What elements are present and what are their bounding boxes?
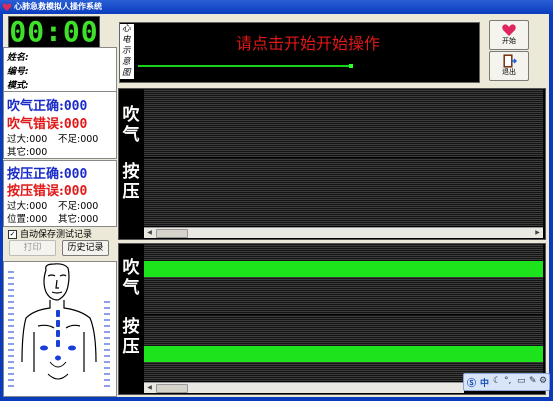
compress-error-label: 按压错误: xyxy=(7,184,64,199)
left-gauge xyxy=(8,271,14,387)
timer-display: 00:00 xyxy=(8,15,100,48)
breath-other-value: 000 xyxy=(29,147,48,158)
patient-info-panel: 姓名: 编号: 模式: xyxy=(3,47,117,92)
name-label: 姓名: xyxy=(7,53,29,63)
breath-insufficient-value: 000 xyxy=(80,134,99,145)
heart-app-icon xyxy=(2,3,12,11)
bottom-compress-label-text: 按压 xyxy=(122,317,140,357)
bottom-horizontal-scrollbar[interactable]: ◀ xyxy=(144,382,464,393)
breath-correct: 吹气正确:000 xyxy=(7,95,87,114)
autosave-option[interactable]: ✓ 自动保存测试记录 xyxy=(8,227,92,240)
bottom-breath-bar xyxy=(144,261,543,277)
top-compress-waveform xyxy=(144,158,543,226)
bottom-compress-bar xyxy=(144,346,543,362)
scroll-thumb[interactable] xyxy=(156,384,188,393)
compress-other: 其它:000 xyxy=(58,211,98,225)
breath-error-value: 000 xyxy=(63,117,88,132)
breath-correct-value: 000 xyxy=(63,99,88,114)
scroll-left-icon[interactable]: ◀ xyxy=(145,384,154,391)
title-bar: 心肺急救模拟人操作系统 xyxy=(0,0,553,14)
compress-other-value: 000 xyxy=(80,214,99,225)
top-compress-label: 按压 xyxy=(119,158,143,226)
compress-insufficient: 不足:000 xyxy=(58,198,98,212)
ecg-trace xyxy=(138,65,352,67)
tools-icon[interactable]: ✎ xyxy=(529,376,537,386)
ecg-side-label: 心电示意图 xyxy=(120,24,134,79)
breath-correct-label: 吹气正确: xyxy=(7,99,64,114)
compress-position-value: 000 xyxy=(29,214,48,225)
manikin-body-figure xyxy=(8,263,110,387)
history-button[interactable]: 历史记录 xyxy=(62,240,109,256)
ime-lang-indicator[interactable]: 中 xyxy=(480,376,489,389)
compress-error: 按压错误:000 xyxy=(7,180,87,199)
autosave-checkbox[interactable]: ✓ xyxy=(8,230,17,239)
start-button-label: 开始 xyxy=(502,37,516,45)
top-breath-label-text: 吹气 xyxy=(122,105,140,145)
punctuation-icon[interactable]: °, xyxy=(504,376,511,386)
bottom-compress-label: 按压 xyxy=(119,315,143,381)
manikin-diagram xyxy=(3,261,117,397)
exit-button-label: 退出 xyxy=(502,68,516,76)
breath-other: 其它:000 xyxy=(7,144,47,158)
ime-logo-icon[interactable]: Ⓢ xyxy=(467,376,476,389)
breath-stats-panel: 吹气正确:000 吹气错误:000 过大:000 不足:000 其它:000 xyxy=(3,91,117,159)
scroll-left-icon[interactable]: ◀ xyxy=(145,229,154,236)
moon-icon[interactable]: ☾ xyxy=(493,376,501,386)
breath-insufficient: 不足:000 xyxy=(58,131,98,145)
compress-too-much: 过大:000 xyxy=(7,198,47,212)
start-button[interactable]: 开始 xyxy=(489,20,529,50)
scroll-thumb[interactable] xyxy=(156,229,188,238)
window-frame-right xyxy=(549,14,553,401)
breath-error: 吹气错误:000 xyxy=(7,113,87,132)
settings-icon[interactable]: ⚙ xyxy=(539,376,547,386)
compress-other-label: 其它: xyxy=(58,214,81,225)
ecg-side-label-text: 心电示意图 xyxy=(122,24,131,78)
compress-position-label: 位置: xyxy=(7,214,30,225)
right-gauge xyxy=(104,301,110,387)
ime-toolbar[interactable]: Ⓢ 中 ☾ °, ▭ ✎ ⚙ xyxy=(463,373,550,391)
breath-other-label: 其它: xyxy=(7,147,30,158)
bottom-breath-label: 吹气 xyxy=(119,244,143,314)
compress-error-value: 000 xyxy=(63,184,88,199)
top-breath-label: 吹气 xyxy=(119,89,143,157)
operation-prompt: 请点击开始开始操作 xyxy=(235,34,380,53)
bottom-breath-label-text: 吹气 xyxy=(122,258,140,298)
breath-insufficient-label: 不足: xyxy=(58,134,81,145)
bottom-breath-waveform xyxy=(144,244,543,314)
top-horizontal-scrollbar[interactable]: ◀ ▶ xyxy=(144,227,543,238)
keyboard-icon[interactable]: ▭ xyxy=(517,376,526,386)
top-compress-label-text: 按压 xyxy=(122,162,140,202)
window-title: 心肺急救模拟人操作系统 xyxy=(14,2,102,11)
ecg-trace-cursor xyxy=(349,64,353,68)
breath-too-much: 过大:000 xyxy=(7,131,47,145)
print-button[interactable]: 打印 xyxy=(9,240,56,256)
autosave-label: 自动保存测试记录 xyxy=(20,230,93,240)
compress-stats-panel: 按压正确:000 按压错误:000 过大:000 不足:000 位置:000 其… xyxy=(3,160,117,227)
scroll-right-icon[interactable]: ▶ xyxy=(533,229,542,236)
id-label: 编号: xyxy=(7,67,29,77)
exit-button[interactable]: 退出 xyxy=(489,51,529,81)
compress-position: 位置:000 xyxy=(7,211,47,225)
top-breath-waveform xyxy=(144,89,543,157)
breath-error-label: 吹气错误: xyxy=(7,117,64,132)
mode-label: 模式: xyxy=(7,81,29,91)
